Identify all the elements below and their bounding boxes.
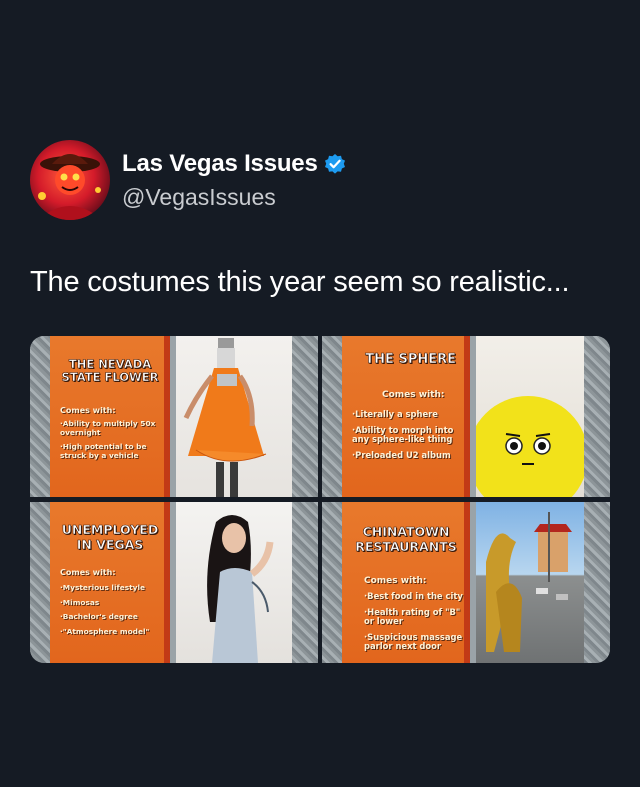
sign-comes-with: Comes with: (382, 390, 445, 400)
costume-photo (468, 336, 588, 497)
verified-badge-icon (324, 153, 346, 175)
sign-bullet: ·Health rating of "B" or lower (364, 606, 461, 626)
sign-comes-with: Comes with: (364, 576, 427, 586)
author-avatar[interactable] (30, 140, 110, 220)
tweet: Las Vegas Issues @VegasIssues The costum… (0, 0, 640, 787)
costume-sign: UNEMPLOYED IN VEGAS Comes with: ·Mysteri… (50, 502, 170, 663)
sign-title: CHINATOWN RESTAURANTS (355, 524, 457, 555)
media-grid: THE NEVADA STATE FLOWER Comes with: ·Abi… (30, 336, 610, 663)
sign-bullet: ·"Atmosphere model" (60, 626, 150, 636)
costume-photo (476, 502, 584, 663)
tweet-text: The costumes this year seem so realistic… (30, 266, 570, 298)
media-image-nevada-state-flower[interactable]: THE NEVADA STATE FLOWER Comes with: ·Abi… (30, 336, 318, 497)
chinatown-street-scene (486, 512, 572, 652)
stone-wall (292, 502, 318, 663)
author-name-row: Las Vegas Issues (122, 150, 346, 178)
costume-sign: CHINATOWN RESTAURANTS Comes with: ·Best … (342, 502, 470, 663)
sign-title: THE NEVADA STATE FLOWER (61, 357, 159, 384)
costume-sign: THE NEVADA STATE FLOWER Comes with: ·Abi… (50, 336, 170, 497)
sign-bullet: ·Mimosas (60, 597, 100, 607)
sign-bullet: ·Literally a sphere (352, 409, 438, 419)
stone-wall (322, 336, 342, 497)
sign-bullets: ·Mysterious lifestyle ·Mimosas ·Bachelor… (60, 583, 168, 642)
sign-bullet: ·Preloaded U2 album (352, 449, 451, 460)
sign-bullets: ·Ability to multiply 50x overnight ·High… (60, 419, 168, 466)
stone-wall (322, 502, 342, 663)
media-image-chinatown-restaurants[interactable]: CHINATOWN RESTAURANTS Comes with: ·Best … (322, 502, 610, 663)
costume-photo (176, 502, 292, 663)
sign-bullet: ·High potential to be struck by a vehicl… (60, 442, 147, 460)
media-image-the-sphere[interactable]: THE SPHERE Comes with: ·Literally a sphe… (322, 336, 610, 497)
avatar-image (38, 154, 102, 220)
stone-wall (292, 336, 318, 497)
sign-bullet: ·Suspicious massage parlor next door (364, 631, 463, 651)
sign-bullet: ·Bachelor's degree (60, 612, 138, 621)
costume-photo (176, 336, 292, 497)
sign-bullets: ·Literally a sphere ·Ability to morph in… (352, 409, 460, 466)
stone-wall (584, 502, 610, 663)
stone-wall (30, 336, 50, 497)
sign-bullet: ·Ability to multiply 50x overnight (60, 419, 156, 437)
sign-title: UNEMPLOYED IN VEGAS (61, 522, 159, 553)
sign-comes-with: Comes with: (60, 568, 116, 577)
media-image-unemployed-in-vegas[interactable]: UNEMPLOYED IN VEGAS Comes with: ·Mysteri… (30, 502, 318, 663)
stone-wall (30, 502, 50, 663)
costume-sign: THE SPHERE Comes with: ·Literally a sphe… (342, 336, 470, 497)
sign-bullet: ·Ability to morph into any sphere-like t… (352, 424, 454, 444)
sign-comes-with: Comes with: (60, 406, 116, 415)
sign-title: THE SPHERE (365, 352, 456, 368)
author-display-name[interactable]: Las Vegas Issues (122, 150, 318, 178)
sign-bullet: ·Mysterious lifestyle (60, 583, 146, 592)
sign-bullets: ·Best food in the city ·Health rating of… (364, 591, 464, 658)
stone-wall (584, 336, 610, 497)
author-handle[interactable]: @VegasIssues (122, 184, 276, 211)
woman-figure (207, 515, 274, 663)
cone-costume-figure (183, 338, 267, 497)
sphere-costume-figure (468, 396, 588, 497)
sign-bullet: ·Best food in the city (364, 591, 463, 601)
